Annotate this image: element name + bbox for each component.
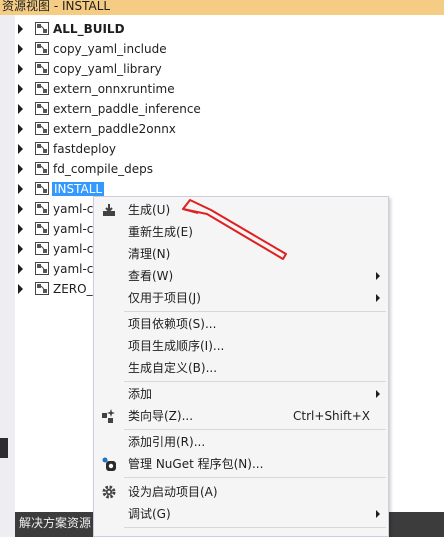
context-menu: 生成(U) 重新生成(E) 清理(N) 查看(W) 仅用于项目(J) 项目依赖项… xyxy=(93,196,389,537)
project-icon xyxy=(35,42,49,55)
project-icon xyxy=(35,22,49,35)
menu-item-build[interactable]: 生成(U) xyxy=(94,199,388,221)
menu-item-project-only[interactable]: 仅用于项目(J) xyxy=(94,287,388,309)
menu-separator xyxy=(124,311,386,312)
menu-item-label: 添加引用(R)... xyxy=(128,435,206,449)
tree-item-label: extern_onnxruntime xyxy=(53,82,175,96)
expand-arrow-icon[interactable] xyxy=(18,104,23,114)
menu-item-add[interactable]: 添加 xyxy=(94,383,388,405)
menu-item-add-reference[interactable]: 添加引用(R)... xyxy=(94,431,388,453)
menu-separator xyxy=(124,429,386,430)
project-icon xyxy=(35,162,49,175)
project-icon xyxy=(35,142,49,155)
tree-item-label: extern_paddle2onnx xyxy=(53,122,176,136)
expand-arrow-icon[interactable] xyxy=(18,224,23,234)
project-icon xyxy=(35,102,49,115)
expand-arrow-icon[interactable] xyxy=(18,24,23,34)
project-icon xyxy=(35,82,49,95)
menu-separator xyxy=(124,477,386,478)
tree-item-extern-paddle-inference[interactable]: extern_paddle_inference xyxy=(15,99,435,119)
expand-arrow-icon[interactable] xyxy=(18,164,23,174)
tree-item-extern-onnxruntime[interactable]: extern_onnxruntime xyxy=(15,79,435,99)
tree-item-label: yaml-c xyxy=(53,242,94,256)
menu-item-shortcut: Ctrl+Shift+X xyxy=(293,409,370,423)
menu-item-label: 项目生成顺序(I)... xyxy=(128,339,225,353)
project-icon xyxy=(35,282,49,295)
expand-arrow-icon[interactable] xyxy=(18,184,23,194)
tree-item-label-selected: INSTALL xyxy=(52,182,105,196)
left-side-strip xyxy=(0,15,15,537)
menu-item-label: 仅用于项目(J) xyxy=(128,291,201,305)
menu-item-label: 项目依赖项(S)... xyxy=(128,317,217,331)
menu-item-project-dependencies[interactable]: 项目依赖项(S)... xyxy=(94,313,388,335)
project-icon xyxy=(35,62,49,75)
submenu-arrow-icon xyxy=(376,272,380,280)
menu-item-rebuild[interactable]: 重新生成(E) xyxy=(94,221,388,243)
menu-item-label: 重新生成(E) xyxy=(128,225,193,239)
expand-arrow-icon[interactable] xyxy=(18,264,23,274)
expand-arrow-icon[interactable] xyxy=(18,284,23,294)
tree-item-label: fd_compile_deps xyxy=(53,162,154,176)
tree-item-label: copy_yaml_include xyxy=(53,42,167,56)
menu-item-view[interactable]: 查看(W) xyxy=(94,265,388,287)
expand-arrow-icon[interactable] xyxy=(18,124,23,134)
project-icon xyxy=(35,202,49,215)
submenu-arrow-icon xyxy=(376,390,380,398)
expand-arrow-icon[interactable] xyxy=(18,204,23,214)
menu-item-build-order[interactable]: 项目生成顺序(I)... xyxy=(94,335,388,357)
menu-item-debug[interactable]: 调试(G) xyxy=(94,503,388,525)
build-icon xyxy=(103,204,115,216)
tree-item-label: yaml-c xyxy=(53,262,94,276)
tree-item-label: fastdeploy xyxy=(53,142,116,156)
menu-item-label: 查看(W) xyxy=(128,269,174,283)
gear-icon xyxy=(102,485,116,499)
tree-item-label: yaml-c xyxy=(53,202,94,216)
tree-item-extern-paddle2onnx[interactable]: extern_paddle2onnx xyxy=(15,119,435,139)
menu-item-clean[interactable]: 清理(N) xyxy=(94,243,388,265)
expand-arrow-icon[interactable] xyxy=(18,64,23,74)
project-icon xyxy=(35,262,49,275)
tree-item-label: copy_yaml_library xyxy=(53,62,162,76)
expand-arrow-icon[interactable] xyxy=(18,144,23,154)
menu-item-label: 调试(G) xyxy=(128,507,171,521)
submenu-arrow-icon xyxy=(376,294,380,302)
menu-item-class-wizard[interactable]: 类向导(Z)... Ctrl+Shift+X xyxy=(94,405,388,427)
submenu-arrow-icon xyxy=(376,510,380,518)
project-icon xyxy=(35,122,49,135)
tree-item-label: yaml-c xyxy=(53,222,94,236)
project-icon xyxy=(35,242,49,255)
tree-item-copy-yaml-library[interactable]: copy_yaml_library xyxy=(15,59,435,79)
menu-item-label: 清理(N) xyxy=(128,247,171,261)
expand-arrow-icon[interactable] xyxy=(18,244,23,254)
left-side-tab[interactable] xyxy=(0,438,8,458)
tree-item-all-build[interactable]: ALL_BUILD xyxy=(15,19,435,39)
menu-item-label: 管理 NuGet 程序包(N)... xyxy=(128,457,264,471)
menu-item-label: 设为启动项目(A) xyxy=(128,485,218,499)
tree-item-fastdeploy[interactable]: fastdeploy xyxy=(15,139,435,159)
expand-arrow-icon[interactable] xyxy=(18,84,23,94)
menu-separator xyxy=(124,527,386,528)
tree-item-label: ALL_BUILD xyxy=(53,22,125,36)
class-wizard-icon xyxy=(102,409,115,423)
tree-item-fd-compile-deps[interactable]: fd_compile_deps xyxy=(15,159,435,179)
expand-arrow-icon[interactable] xyxy=(18,44,23,54)
project-icon xyxy=(35,182,49,195)
project-icon xyxy=(35,222,49,235)
menu-item-label: 生成自定义(B)... xyxy=(128,361,218,375)
tree-item-label: ZERO_ xyxy=(53,282,93,296)
menu-item-set-startup[interactable]: 设为启动项目(A) xyxy=(94,481,388,503)
menu-item-label: 添加 xyxy=(128,387,153,401)
tree-item-copy-yaml-include[interactable]: copy_yaml_include xyxy=(15,39,435,59)
menu-separator xyxy=(124,381,386,382)
window-title: 资源视图 - INSTALL xyxy=(0,0,444,15)
nuget-icon xyxy=(102,457,116,471)
menu-item-build-customizations[interactable]: 生成自定义(B)... xyxy=(94,357,388,379)
menu-item-label: 生成(U) xyxy=(128,203,171,217)
tree-item-label: extern_paddle_inference xyxy=(53,102,201,116)
menu-item-manage-nuget[interactable]: 管理 NuGet 程序包(N)... xyxy=(94,453,388,475)
menu-item-label: 类向导(Z)... xyxy=(128,409,194,423)
